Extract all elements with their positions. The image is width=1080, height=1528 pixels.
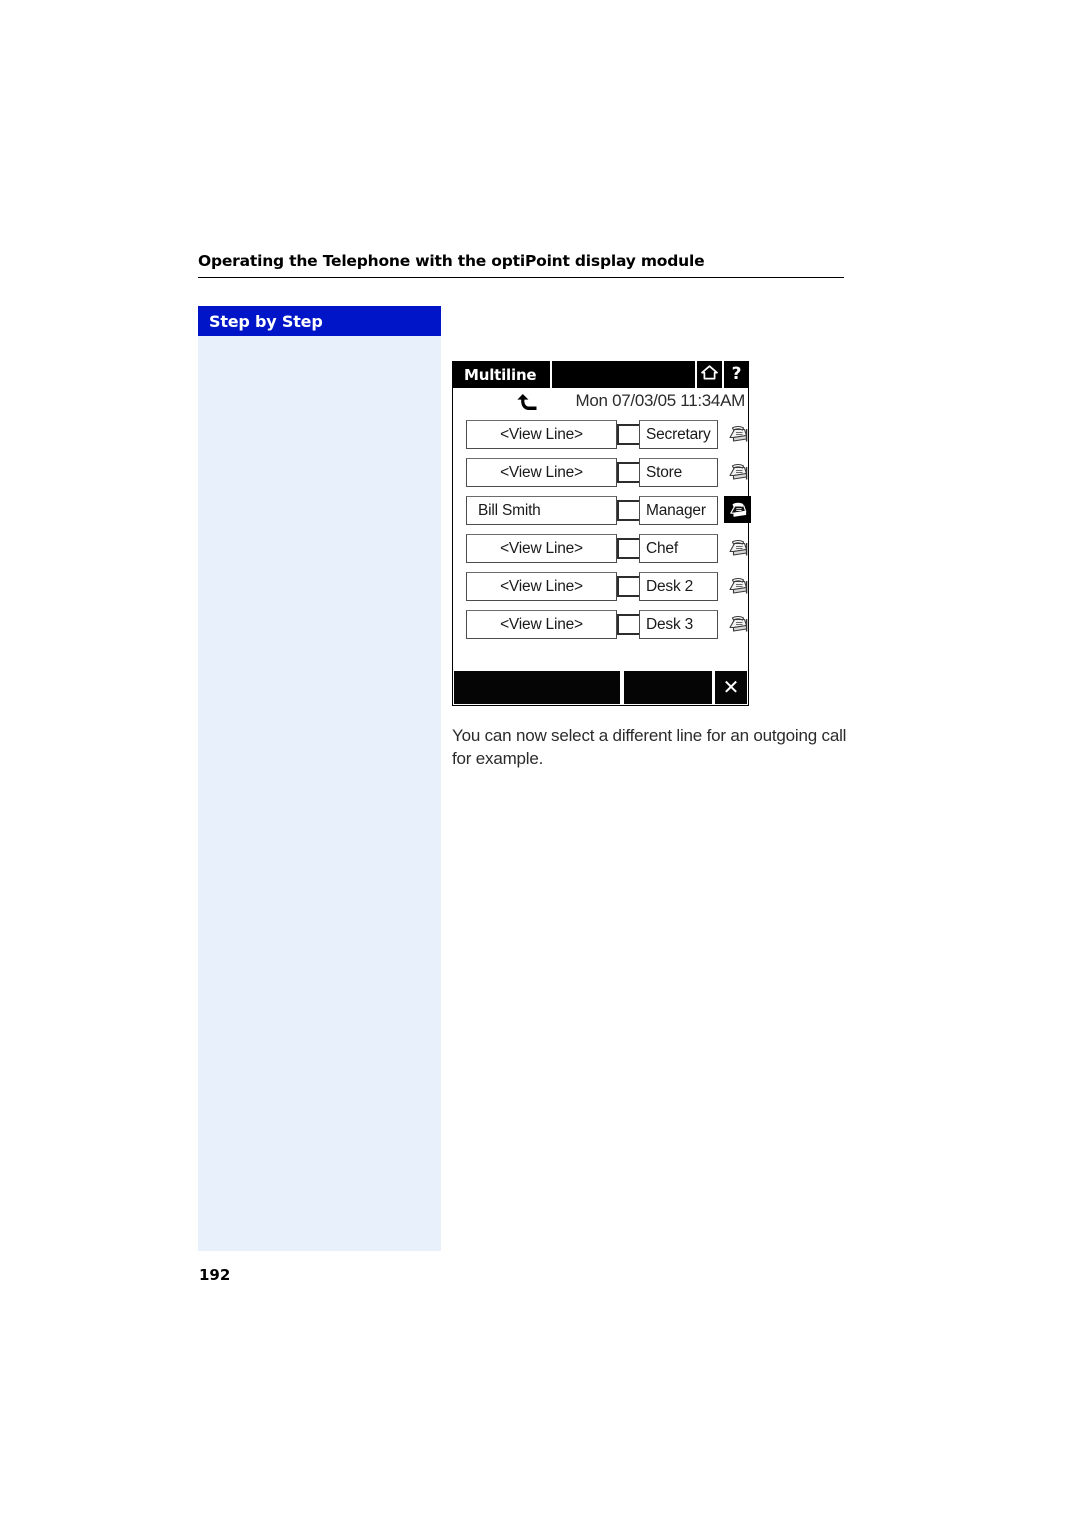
line-name-box[interactable]: <View Line>	[466, 420, 617, 449]
line-label-box[interactable]: Manager	[639, 496, 718, 525]
titlebar-spacer	[552, 361, 695, 388]
line-label-box[interactable]: Desk 3	[639, 610, 718, 639]
line-row[interactable]: <View Line> Store	[453, 454, 748, 492]
line-row[interactable]: <View Line> Secretary	[453, 416, 748, 454]
line-name-box[interactable]: <View Line>	[466, 534, 617, 563]
line-name-box[interactable]: <View Line>	[466, 610, 617, 639]
help-button[interactable]: ?	[722, 361, 749, 388]
home-icon	[701, 364, 718, 385]
line-label-box[interactable]: Desk 2	[639, 572, 718, 601]
step-by-step-column: Step by Step	[198, 306, 441, 1251]
row-connector	[617, 496, 639, 525]
display-datetime: Mon 07/03/05 11:34AM	[575, 391, 746, 410]
row-connector	[617, 572, 639, 601]
page-number: 192	[199, 1266, 231, 1284]
display-viewport: Mon 07/03/05 11:34AM <View Line> Secreta…	[452, 388, 751, 670]
row-connector	[617, 534, 639, 563]
step-by-step-label: Step by Step	[209, 311, 323, 331]
row-connector	[617, 420, 639, 449]
desk-phone-icon[interactable]	[726, 612, 750, 636]
line-row[interactable]: <View Line> Desk 3	[453, 606, 748, 644]
line-label-box[interactable]: Secretary	[639, 420, 718, 449]
line-label-box[interactable]: Chef	[639, 534, 718, 563]
desk-phone-icon[interactable]	[726, 460, 750, 484]
softkey-left[interactable]	[454, 671, 620, 704]
desk-phone-icon[interactable]	[726, 422, 750, 446]
row-connector	[617, 610, 639, 639]
line-name-box[interactable]: <View Line>	[466, 458, 617, 487]
page-title: Operating the Telephone with the optiPoi…	[198, 252, 705, 270]
running-header: Operating the Telephone with the optiPoi…	[198, 252, 844, 278]
tab-multiline[interactable]: Multiline	[452, 361, 553, 388]
line-list: <View Line> Secretary <View Line> Store …	[453, 414, 751, 644]
close-icon[interactable]: ✕	[715, 671, 747, 704]
row-connector	[617, 458, 639, 487]
desk-phone-icon[interactable]	[724, 496, 751, 523]
line-row[interactable]: <View Line> Chef	[453, 530, 748, 568]
desk-phone-icon[interactable]	[726, 536, 750, 560]
line-row[interactable]: Bill Smith Manager	[453, 492, 751, 530]
line-name-box[interactable]: <View Line>	[466, 572, 617, 601]
question-mark-icon: ?	[731, 364, 742, 384]
home-button[interactable]	[695, 361, 722, 388]
display-softkey-bar: ✕	[452, 670, 749, 706]
display-titlebar: Multiline ?	[452, 361, 749, 388]
header-divider	[198, 277, 844, 278]
body-paragraph: You can now select a different line for …	[452, 726, 847, 768]
line-name-box[interactable]: Bill Smith	[466, 496, 617, 525]
line-label-box[interactable]: Store	[639, 458, 718, 487]
line-row[interactable]: <View Line> Desk 2	[453, 568, 748, 606]
display-status-line: Mon 07/03/05 11:34AM	[453, 388, 748, 414]
curved-down-arrow-icon	[515, 389, 539, 418]
optipoint-display-module: Multiline ? Mon 07/03/05 11:34AM <View L…	[452, 361, 751, 708]
step-by-step-header: Step by Step	[198, 306, 441, 336]
softkey-middle[interactable]	[624, 671, 712, 704]
desk-phone-icon[interactable]	[726, 574, 750, 598]
